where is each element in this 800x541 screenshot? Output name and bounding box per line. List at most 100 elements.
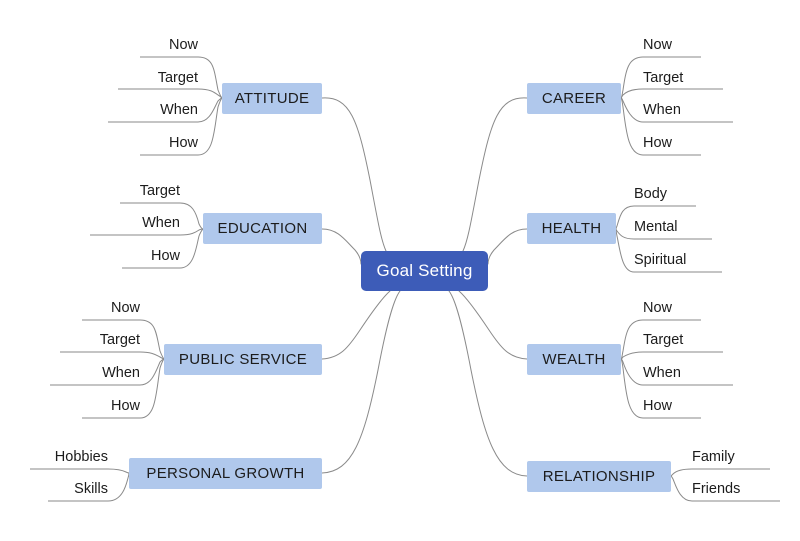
leaf-node-personal-growth-skills[interactable]: Skills xyxy=(28,480,108,500)
branch-node-label: CAREER xyxy=(541,90,607,107)
leaf-node-label: When xyxy=(643,365,681,382)
main-edge-attitude xyxy=(321,97,387,252)
leaf-edge-relationship-0 xyxy=(670,468,693,477)
branch-node-public-service[interactable]: PUBLIC SERVICE xyxy=(164,344,322,375)
leaf-node-label: Mental xyxy=(634,219,678,236)
leaf-node-attitude-when[interactable]: When xyxy=(108,101,198,121)
leaf-node-public-service-now[interactable]: Now xyxy=(60,299,140,319)
leaf-node-label: Now xyxy=(168,37,198,54)
branch-node-label: WEALTH xyxy=(542,351,606,368)
branch-node-personal-growth[interactable]: PERSONAL GROWTH xyxy=(129,458,322,489)
leaf-node-wealth-how[interactable]: How xyxy=(643,397,723,417)
leaf-node-label: How xyxy=(643,135,673,152)
leaf-node-career-when[interactable]: When xyxy=(643,101,733,121)
leaf-node-education-how[interactable]: How xyxy=(100,247,180,267)
leaf-edge-health-0 xyxy=(615,205,635,230)
leaf-node-label: Target xyxy=(643,70,684,87)
leaf-node-education-target[interactable]: Target xyxy=(100,182,180,202)
leaf-node-wealth-target[interactable]: Target xyxy=(643,331,733,351)
leaf-edge-career-0 xyxy=(620,56,644,99)
leaf-node-label: How xyxy=(643,398,673,415)
branch-node-label: EDUCATION xyxy=(217,220,308,237)
leaf-node-label: Target xyxy=(643,332,684,349)
leaf-edge-personal-growth-0 xyxy=(107,468,130,474)
leaf-edge-career-3 xyxy=(620,97,644,156)
leaf-edge-health-2 xyxy=(615,228,635,273)
leaf-node-public-service-how[interactable]: How xyxy=(60,397,140,417)
leaf-node-career-target[interactable]: Target xyxy=(643,69,733,89)
leaf-node-public-service-target[interactable]: Target xyxy=(50,331,140,351)
leaf-node-attitude-now[interactable]: Now xyxy=(118,36,198,56)
leaf-node-label: Target xyxy=(99,332,140,349)
leaf-node-health-body[interactable]: Body xyxy=(634,185,714,205)
branch-node-label: HEALTH xyxy=(541,220,602,237)
main-edge-personal-growth xyxy=(321,290,401,474)
leaf-edge-wealth-1 xyxy=(620,351,644,360)
leaf-edge-career-2 xyxy=(620,97,644,123)
leaf-node-label: Now xyxy=(643,300,673,317)
leaf-node-attitude-target[interactable]: Target xyxy=(108,69,198,89)
leaf-node-education-when[interactable]: When xyxy=(90,214,180,234)
leaf-node-label: When xyxy=(102,365,140,382)
main-edge-career xyxy=(462,97,528,252)
leaf-node-label: Hobbies xyxy=(54,449,108,466)
leaf-node-personal-growth-hobbies[interactable]: Hobbies xyxy=(20,448,108,468)
branch-node-attitude[interactable]: ATTITUDE xyxy=(222,83,322,114)
leaf-node-wealth-when[interactable]: When xyxy=(643,364,733,384)
leaf-edge-wealth-2 xyxy=(620,358,644,386)
branch-node-label: ATTITUDE xyxy=(234,90,310,107)
leaf-node-label: Target xyxy=(157,70,198,87)
branch-node-label: PERSONAL GROWTH xyxy=(146,465,305,482)
main-edge-education xyxy=(321,228,362,265)
leaf-edge-personal-growth-1 xyxy=(107,472,130,502)
main-edge-wealth xyxy=(458,290,528,360)
leaf-node-health-spiritual[interactable]: Spiritual xyxy=(634,251,730,271)
leaf-node-label: How xyxy=(150,248,180,265)
leaf-edge-wealth-3 xyxy=(620,358,644,419)
leaf-edge-attitude-2 xyxy=(197,97,223,123)
leaf-node-label: Family xyxy=(692,449,735,466)
leaf-edge-career-1 xyxy=(620,88,644,99)
leaf-node-career-now[interactable]: Now xyxy=(643,36,723,56)
leaf-node-attitude-how[interactable]: How xyxy=(118,134,198,154)
leaf-node-public-service-when[interactable]: When xyxy=(50,364,140,384)
main-edge-public-service xyxy=(321,290,391,360)
leaf-node-label: Now xyxy=(643,37,673,54)
leaf-edge-attitude-0 xyxy=(197,56,223,99)
main-edge-health xyxy=(487,228,528,265)
leaf-node-wealth-now[interactable]: Now xyxy=(643,299,723,319)
leaf-edge-health-1 xyxy=(615,228,635,240)
leaf-node-label: How xyxy=(110,398,140,415)
root-node-goal-setting[interactable]: Goal Setting xyxy=(361,251,488,291)
main-edge-relationship xyxy=(448,290,528,477)
branch-node-wealth[interactable]: WEALTH xyxy=(527,344,621,375)
leaf-node-label: Body xyxy=(634,186,668,203)
leaf-node-career-how[interactable]: How xyxy=(643,134,723,154)
branch-node-label: RELATIONSHIP xyxy=(542,468,656,485)
leaf-edge-public-service-0 xyxy=(139,319,165,360)
leaf-edge-education-2 xyxy=(179,228,204,269)
leaf-node-label: When xyxy=(643,102,681,119)
leaf-node-health-mental[interactable]: Mental xyxy=(634,218,722,238)
leaf-edge-attitude-3 xyxy=(197,97,223,156)
leaf-edge-wealth-0 xyxy=(620,319,644,360)
leaf-node-label: Now xyxy=(110,300,140,317)
leaf-edge-education-0 xyxy=(179,202,204,230)
leaf-node-relationship-friends[interactable]: Friends xyxy=(692,480,780,500)
branch-node-career[interactable]: CAREER xyxy=(527,83,621,114)
leaf-node-relationship-family[interactable]: Family xyxy=(692,448,774,468)
branch-node-label: PUBLIC SERVICE xyxy=(178,351,308,368)
leaf-node-label: Skills xyxy=(74,481,108,498)
leaf-edge-public-service-3 xyxy=(139,358,165,419)
leaf-edge-education-1 xyxy=(179,228,204,236)
branch-node-education[interactable]: EDUCATION xyxy=(203,213,322,244)
branch-node-health[interactable]: HEALTH xyxy=(527,213,616,244)
leaf-node-label: How xyxy=(168,135,198,152)
mindmap-canvas: Goal Setting ATTITUDE Now Target When How EDUC… xyxy=(0,0,800,541)
leaf-node-label: Friends xyxy=(692,481,741,498)
leaf-node-label: When xyxy=(160,102,198,119)
leaf-edge-public-service-1 xyxy=(139,351,165,360)
leaf-node-label: Spiritual xyxy=(634,252,687,269)
branch-node-relationship[interactable]: RELATIONSHIP xyxy=(527,461,671,492)
root-node-label: Goal Setting xyxy=(376,261,473,280)
